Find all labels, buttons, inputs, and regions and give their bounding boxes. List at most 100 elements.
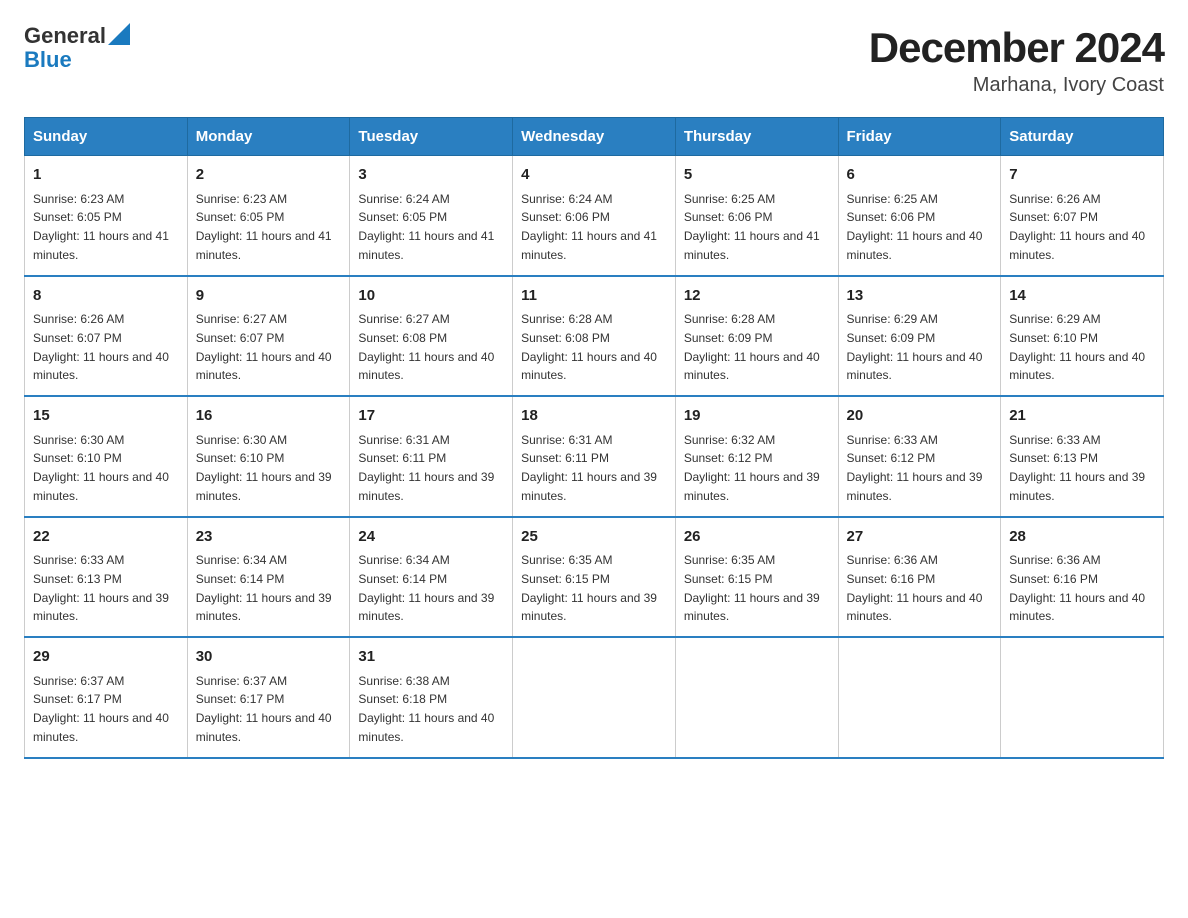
table-row: 27 Sunrise: 6:36 AMSunset: 6:16 PMDaylig… (838, 517, 1001, 638)
table-row: 31 Sunrise: 6:38 AMSunset: 6:18 PMDaylig… (350, 637, 513, 758)
calendar-week-row: 22 Sunrise: 6:33 AMSunset: 6:13 PMDaylig… (25, 517, 1164, 638)
day-info: Sunrise: 6:31 AMSunset: 6:11 PMDaylight:… (521, 433, 657, 503)
day-info: Sunrise: 6:29 AMSunset: 6:09 PMDaylight:… (847, 312, 983, 382)
day-info: Sunrise: 6:28 AMSunset: 6:08 PMDaylight:… (521, 312, 657, 382)
day-number: 1 (33, 164, 179, 187)
day-number: 10 (358, 285, 504, 308)
day-number: 4 (521, 164, 667, 187)
table-row: 4 Sunrise: 6:24 AMSunset: 6:06 PMDayligh… (513, 156, 676, 276)
table-row: 26 Sunrise: 6:35 AMSunset: 6:15 PMDaylig… (675, 517, 838, 638)
day-number: 17 (358, 405, 504, 428)
table-row: 1 Sunrise: 6:23 AMSunset: 6:05 PMDayligh… (25, 156, 188, 276)
table-row: 20 Sunrise: 6:33 AMSunset: 6:12 PMDaylig… (838, 396, 1001, 517)
header-monday: Monday (187, 118, 350, 156)
day-number: 22 (33, 526, 179, 549)
header-saturday: Saturday (1001, 118, 1164, 156)
table-row: 9 Sunrise: 6:27 AMSunset: 6:07 PMDayligh… (187, 276, 350, 397)
day-info: Sunrise: 6:25 AMSunset: 6:06 PMDaylight:… (847, 192, 983, 262)
day-number: 23 (196, 526, 342, 549)
table-row: 15 Sunrise: 6:30 AMSunset: 6:10 PMDaylig… (25, 396, 188, 517)
day-number: 14 (1009, 285, 1155, 308)
table-row: 21 Sunrise: 6:33 AMSunset: 6:13 PMDaylig… (1001, 396, 1164, 517)
table-row (1001, 637, 1164, 758)
day-number: 21 (1009, 405, 1155, 428)
day-number: 15 (33, 405, 179, 428)
calendar-week-row: 29 Sunrise: 6:37 AMSunset: 6:17 PMDaylig… (25, 637, 1164, 758)
page-title: December 2024 (869, 24, 1164, 72)
table-row: 29 Sunrise: 6:37 AMSunset: 6:17 PMDaylig… (25, 637, 188, 758)
table-row: 23 Sunrise: 6:34 AMSunset: 6:14 PMDaylig… (187, 517, 350, 638)
header-wednesday: Wednesday (513, 118, 676, 156)
table-row: 16 Sunrise: 6:30 AMSunset: 6:10 PMDaylig… (187, 396, 350, 517)
page-header: General Blue December 2024 Marhana, Ivor… (24, 24, 1164, 97)
day-info: Sunrise: 6:38 AMSunset: 6:18 PMDaylight:… (358, 674, 494, 744)
day-number: 11 (521, 285, 667, 308)
day-number: 7 (1009, 164, 1155, 187)
day-info: Sunrise: 6:29 AMSunset: 6:10 PMDaylight:… (1009, 312, 1145, 382)
table-row: 18 Sunrise: 6:31 AMSunset: 6:11 PMDaylig… (513, 396, 676, 517)
day-number: 26 (684, 526, 830, 549)
calendar-week-row: 15 Sunrise: 6:30 AMSunset: 6:10 PMDaylig… (25, 396, 1164, 517)
calendar-header-row: Sunday Monday Tuesday Wednesday Thursday… (25, 118, 1164, 156)
header-sunday: Sunday (25, 118, 188, 156)
day-info: Sunrise: 6:33 AMSunset: 6:13 PMDaylight:… (33, 553, 169, 623)
day-info: Sunrise: 6:37 AMSunset: 6:17 PMDaylight:… (33, 674, 169, 744)
table-row: 19 Sunrise: 6:32 AMSunset: 6:12 PMDaylig… (675, 396, 838, 517)
day-number: 29 (33, 646, 179, 669)
header-friday: Friday (838, 118, 1001, 156)
day-info: Sunrise: 6:30 AMSunset: 6:10 PMDaylight:… (196, 433, 332, 503)
day-info: Sunrise: 6:30 AMSunset: 6:10 PMDaylight:… (33, 433, 169, 503)
day-number: 9 (196, 285, 342, 308)
day-info: Sunrise: 6:33 AMSunset: 6:13 PMDaylight:… (1009, 433, 1145, 503)
table-row: 13 Sunrise: 6:29 AMSunset: 6:09 PMDaylig… (838, 276, 1001, 397)
table-row: 8 Sunrise: 6:26 AMSunset: 6:07 PMDayligh… (25, 276, 188, 397)
day-number: 13 (847, 285, 993, 308)
day-info: Sunrise: 6:27 AMSunset: 6:08 PMDaylight:… (358, 312, 494, 382)
day-info: Sunrise: 6:24 AMSunset: 6:06 PMDaylight:… (521, 192, 657, 262)
table-row: 30 Sunrise: 6:37 AMSunset: 6:17 PMDaylig… (187, 637, 350, 758)
day-info: Sunrise: 6:28 AMSunset: 6:09 PMDaylight:… (684, 312, 820, 382)
table-row: 2 Sunrise: 6:23 AMSunset: 6:05 PMDayligh… (187, 156, 350, 276)
logo-text-blue: Blue (24, 47, 72, 72)
day-info: Sunrise: 6:23 AMSunset: 6:05 PMDaylight:… (33, 192, 169, 262)
day-info: Sunrise: 6:25 AMSunset: 6:06 PMDaylight:… (684, 192, 820, 262)
title-block: December 2024 Marhana, Ivory Coast (869, 24, 1164, 97)
table-row (675, 637, 838, 758)
day-info: Sunrise: 6:36 AMSunset: 6:16 PMDaylight:… (847, 553, 983, 623)
logo-text-general: General (24, 24, 106, 48)
logo: General Blue (24, 24, 130, 72)
table-row: 10 Sunrise: 6:27 AMSunset: 6:08 PMDaylig… (350, 276, 513, 397)
day-info: Sunrise: 6:34 AMSunset: 6:14 PMDaylight:… (196, 553, 332, 623)
table-row: 25 Sunrise: 6:35 AMSunset: 6:15 PMDaylig… (513, 517, 676, 638)
table-row: 11 Sunrise: 6:28 AMSunset: 6:08 PMDaylig… (513, 276, 676, 397)
day-number: 6 (847, 164, 993, 187)
table-row: 14 Sunrise: 6:29 AMSunset: 6:10 PMDaylig… (1001, 276, 1164, 397)
day-number: 3 (358, 164, 504, 187)
day-number: 8 (33, 285, 179, 308)
calendar-week-row: 8 Sunrise: 6:26 AMSunset: 6:07 PMDayligh… (25, 276, 1164, 397)
day-info: Sunrise: 6:31 AMSunset: 6:11 PMDaylight:… (358, 433, 494, 503)
day-number: 25 (521, 526, 667, 549)
table-row: 17 Sunrise: 6:31 AMSunset: 6:11 PMDaylig… (350, 396, 513, 517)
day-info: Sunrise: 6:35 AMSunset: 6:15 PMDaylight:… (521, 553, 657, 623)
day-number: 2 (196, 164, 342, 187)
day-info: Sunrise: 6:27 AMSunset: 6:07 PMDaylight:… (196, 312, 332, 382)
header-tuesday: Tuesday (350, 118, 513, 156)
day-number: 12 (684, 285, 830, 308)
day-info: Sunrise: 6:34 AMSunset: 6:14 PMDaylight:… (358, 553, 494, 623)
header-thursday: Thursday (675, 118, 838, 156)
calendar-week-row: 1 Sunrise: 6:23 AMSunset: 6:05 PMDayligh… (25, 156, 1164, 276)
day-info: Sunrise: 6:26 AMSunset: 6:07 PMDaylight:… (33, 312, 169, 382)
table-row (838, 637, 1001, 758)
day-number: 30 (196, 646, 342, 669)
day-number: 16 (196, 405, 342, 428)
table-row (513, 637, 676, 758)
day-info: Sunrise: 6:32 AMSunset: 6:12 PMDaylight:… (684, 433, 820, 503)
page-subtitle: Marhana, Ivory Coast (869, 74, 1164, 97)
day-info: Sunrise: 6:33 AMSunset: 6:12 PMDaylight:… (847, 433, 983, 503)
table-row: 3 Sunrise: 6:24 AMSunset: 6:05 PMDayligh… (350, 156, 513, 276)
table-row: 7 Sunrise: 6:26 AMSunset: 6:07 PMDayligh… (1001, 156, 1164, 276)
day-number: 20 (847, 405, 993, 428)
day-number: 5 (684, 164, 830, 187)
day-number: 28 (1009, 526, 1155, 549)
